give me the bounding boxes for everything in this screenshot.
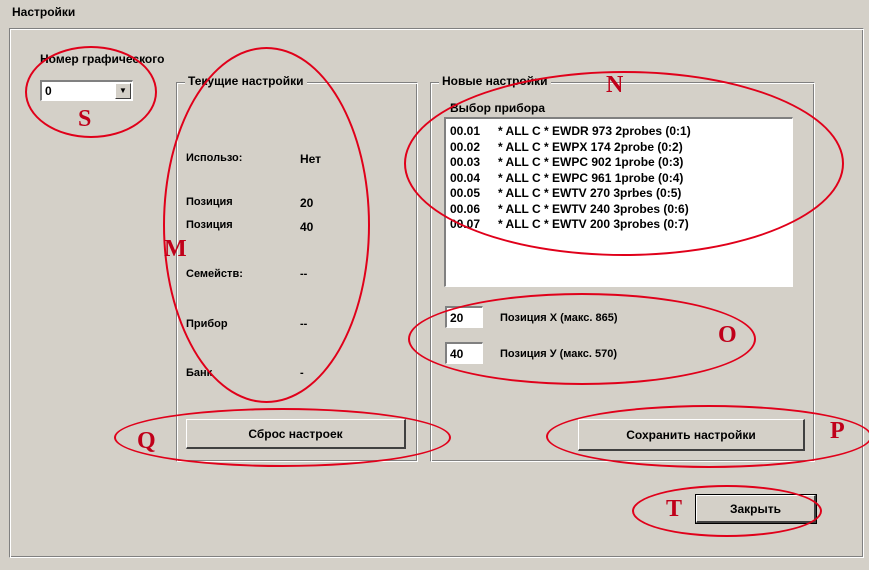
device-select-label: Выбор прибора: [450, 101, 546, 115]
current-value-position-x: 20: [300, 196, 314, 210]
annotation-letter-n: N: [606, 72, 624, 98]
list-item[interactable]: 00.04 * ALL C * EWPC 961 1probe (0:4): [450, 171, 792, 187]
current-value-position-y: 40: [300, 220, 314, 234]
current-label-device: Прибор: [186, 318, 228, 330]
position-y-label: Позиция У (макс. 570): [500, 348, 617, 360]
window-title: Настройки: [12, 5, 76, 19]
current-value-bank: -: [300, 367, 304, 379]
device-listbox[interactable]: 00.01 * ALL C * EWDR 973 2probes (0:1) 00…: [444, 117, 793, 287]
current-label-family: Семейств:: [186, 268, 243, 280]
annotation-letter-m: M: [164, 236, 187, 262]
annotation-letter-o: O: [718, 322, 737, 348]
current-value-device: --: [300, 318, 308, 330]
list-item[interactable]: 00.07 * ALL C * EWTV 200 3probes (0:7): [450, 217, 792, 233]
graph-number-select[interactable]: 0 ▼: [40, 80, 133, 101]
position-x-input[interactable]: [445, 306, 483, 328]
current-label-position-x: Позиция: [186, 196, 233, 208]
current-label-position-y: Позиция: [186, 219, 233, 231]
list-item[interactable]: 00.05 * ALL C * EWTV 270 3prbes (0:5): [450, 186, 792, 202]
current-label-bank: Банк: [186, 367, 213, 379]
annotation-letter-p: P: [830, 418, 845, 444]
graph-number-value: 0: [45, 84, 52, 98]
current-value-family: --: [300, 268, 308, 280]
new-settings-title: Новые настройки: [439, 74, 551, 88]
current-value-usage: Нет: [300, 152, 322, 166]
list-item[interactable]: 00.02 * ALL C * EWPX 174 2probe (0:2): [450, 140, 792, 156]
list-item[interactable]: 00.01 * ALL C * EWDR 973 2probes (0:1): [450, 124, 792, 140]
annotation-letter-s: S: [78, 106, 92, 132]
position-x-label: Позиция X (макс. 865): [500, 312, 618, 324]
list-item[interactable]: 00.03 * ALL C * EWPC 902 1probe (0:3): [450, 155, 792, 171]
position-y-input[interactable]: [445, 342, 483, 364]
reset-settings-button[interactable]: Сброс настроек: [186, 419, 406, 449]
list-item[interactable]: 00.06 * ALL C * EWTV 240 3probes (0:6): [450, 202, 792, 218]
settings-window: Настройки Номер графического 0 ▼ Текущие…: [0, 0, 869, 570]
annotation-letter-q: Q: [137, 428, 156, 454]
annotation-letter-t: T: [666, 496, 683, 522]
close-button[interactable]: Закрыть: [695, 494, 817, 524]
current-settings-title: Текущие настройки: [185, 74, 307, 88]
save-settings-button[interactable]: Сохранить настройки: [578, 419, 805, 451]
current-label-usage: Использо:: [186, 152, 243, 164]
chevron-down-icon[interactable]: ▼: [115, 83, 131, 99]
graph-number-label: Номер графического: [40, 52, 165, 66]
